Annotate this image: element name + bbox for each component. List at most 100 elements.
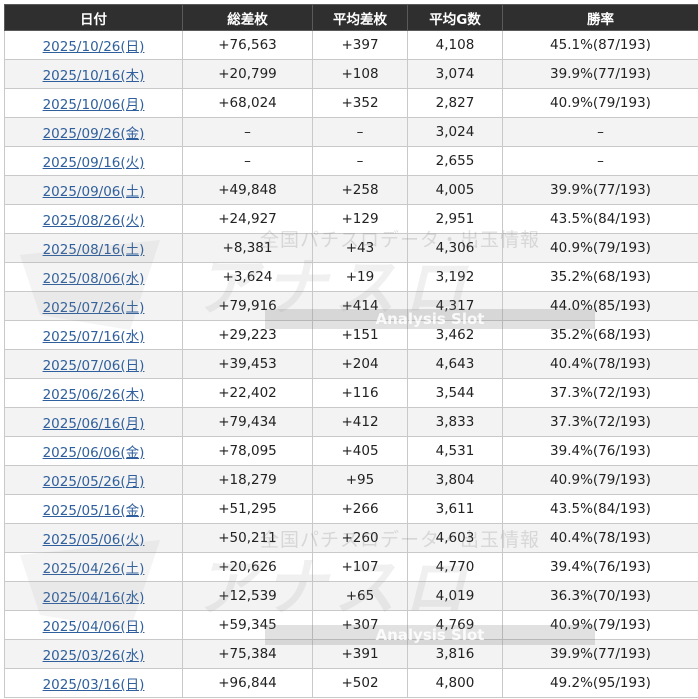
cell-avg-games: 4,531 xyxy=(407,436,503,466)
cell-avg-games: 3,816 xyxy=(407,639,503,669)
cell-win-rate: 45.1%(87/193) xyxy=(502,30,698,60)
date-link[interactable]: 2025/10/06(月) xyxy=(43,97,145,113)
date-link[interactable]: 2025/05/26(月) xyxy=(43,474,145,490)
date-link[interactable]: 2025/06/16(月) xyxy=(43,416,145,432)
cell-date: 2025/04/16(水) xyxy=(4,581,183,611)
cell-avg-diff: +151 xyxy=(312,320,408,350)
cell-avg-games: 3,074 xyxy=(407,59,503,89)
table-row: 2025/07/06(日) +39,453 +204 4,643 40.4%(78/19… xyxy=(4,349,698,379)
cell-avg-diff: +307 xyxy=(312,610,408,640)
cell-win-rate: 49.2%(95/193) xyxy=(502,668,698,698)
cell-date: 2025/07/26(土) xyxy=(4,291,183,321)
cell-win-rate: 39.4%(76/193) xyxy=(502,552,698,582)
results-table: 日付 総差枚 平均差枚 平均G数 勝率 2025/10/26(日) +76,563… xyxy=(4,4,698,698)
cell-total-diff: – xyxy=(182,117,313,147)
cell-win-rate: 40.9%(79/193) xyxy=(502,465,698,495)
cell-date: 2025/05/26(月) xyxy=(4,465,183,495)
date-link[interactable]: 2025/04/16(水) xyxy=(43,590,145,606)
cell-win-rate: – xyxy=(502,146,698,176)
cell-avg-games: 3,611 xyxy=(407,494,503,524)
cell-avg-games: 3,804 xyxy=(407,465,503,495)
cell-total-diff: +20,799 xyxy=(182,59,313,89)
cell-date: 2025/09/26(金) xyxy=(4,117,183,147)
date-link[interactable]: 2025/06/26(木) xyxy=(43,387,145,403)
cell-avg-games: 3,024 xyxy=(407,117,503,147)
cell-date: 2025/08/16(土) xyxy=(4,233,183,263)
cell-win-rate: 40.9%(79/193) xyxy=(502,610,698,640)
table-row: 2025/06/26(木) +22,402 +116 3,544 37.3%(72/19… xyxy=(4,378,698,408)
cell-win-rate: 43.5%(84/193) xyxy=(502,494,698,524)
cell-total-diff: +8,381 xyxy=(182,233,313,263)
cell-win-rate: 39.9%(77/193) xyxy=(502,59,698,89)
date-link[interactable]: 2025/04/06(日) xyxy=(43,619,145,635)
date-link[interactable]: 2025/10/26(日) xyxy=(43,39,145,55)
cell-avg-games: 3,462 xyxy=(407,320,503,350)
date-link[interactable]: 2025/07/06(日) xyxy=(43,358,145,374)
cell-avg-diff: +258 xyxy=(312,175,408,205)
cell-avg-diff: +391 xyxy=(312,639,408,669)
cell-total-diff: +29,223 xyxy=(182,320,313,350)
date-link[interactable]: 2025/09/16(火) xyxy=(43,155,145,171)
cell-total-diff: +50,211 xyxy=(182,523,313,553)
table-row: 2025/06/16(月) +79,434 +412 3,833 37.3%(72/19… xyxy=(4,407,698,437)
header-avg-games: 平均G数 xyxy=(407,4,503,31)
cell-win-rate: 40.9%(79/193) xyxy=(502,233,698,263)
table-row: 2025/05/06(火) +50,211 +260 4,603 40.4%(78/19… xyxy=(4,523,698,553)
cell-date: 2025/10/06(月) xyxy=(4,88,183,118)
cell-date: 2025/06/26(木) xyxy=(4,378,183,408)
table-row: 2025/08/16(土) +8,381 +43 4,306 40.9%(79/193) xyxy=(4,233,698,263)
cell-date: 2025/07/06(日) xyxy=(4,349,183,379)
date-link[interactable]: 2025/03/26(水) xyxy=(43,648,145,664)
date-link[interactable]: 2025/03/16(日) xyxy=(43,677,145,693)
date-link[interactable]: 2025/08/06(水) xyxy=(43,271,145,287)
cell-avg-diff: +260 xyxy=(312,523,408,553)
cell-avg-diff: +95 xyxy=(312,465,408,495)
table-row: 2025/09/26(金) – –3,024– xyxy=(4,117,698,147)
cell-win-rate: 40.4%(78/193) xyxy=(502,349,698,379)
table-row: 2025/10/16(木) +20,799 +108 3,074 39.9%(77/19… xyxy=(4,59,698,89)
date-link[interactable]: 2025/10/16(木) xyxy=(43,68,145,84)
cell-total-diff: +3,624 xyxy=(182,262,313,292)
date-link[interactable]: 2025/07/16(水) xyxy=(43,329,145,345)
date-link[interactable]: 2025/04/26(土) xyxy=(43,561,145,577)
cell-total-diff: +39,453 xyxy=(182,349,313,379)
cell-total-diff: +12,539 xyxy=(182,581,313,611)
cell-win-rate: 43.5%(84/193) xyxy=(502,204,698,234)
cell-date: 2025/06/06(金) xyxy=(4,436,183,466)
header-row: 日付 総差枚 平均差枚 平均G数 勝率 xyxy=(4,4,698,31)
cell-total-diff: +24,927 xyxy=(182,204,313,234)
cell-date: 2025/04/26(土) xyxy=(4,552,183,582)
cell-date: 2025/03/16(日) xyxy=(4,668,183,698)
cell-total-diff: +22,402 xyxy=(182,378,313,408)
cell-avg-games: 3,544 xyxy=(407,378,503,408)
date-link[interactable]: 2025/05/16(金) xyxy=(43,503,145,519)
cell-win-rate: 36.3%(70/193) xyxy=(502,581,698,611)
date-link[interactable]: 2025/08/16(土) xyxy=(43,242,145,258)
date-link[interactable]: 2025/07/26(土) xyxy=(43,300,145,316)
date-link[interactable]: 2025/05/06(火) xyxy=(43,532,145,548)
cell-avg-diff: – xyxy=(312,117,408,147)
cell-total-diff: +18,279 xyxy=(182,465,313,495)
cell-avg-games: 4,108 xyxy=(407,30,503,60)
cell-avg-diff: +352 xyxy=(312,88,408,118)
cell-date: 2025/09/16(火) xyxy=(4,146,183,176)
cell-avg-games: 3,192 xyxy=(407,262,503,292)
date-link[interactable]: 2025/09/06(土) xyxy=(43,184,145,200)
cell-avg-games: 2,827 xyxy=(407,88,503,118)
cell-win-rate: 39.9%(77/193) xyxy=(502,639,698,669)
cell-date: 2025/09/06(土) xyxy=(4,175,183,205)
cell-avg-games: 4,019 xyxy=(407,581,503,611)
cell-date: 2025/07/16(水) xyxy=(4,320,183,350)
cell-date: 2025/10/26(日) xyxy=(4,30,183,60)
cell-total-diff: +79,916 xyxy=(182,291,313,321)
cell-avg-diff: +107 xyxy=(312,552,408,582)
cell-win-rate: 40.9%(79/193) xyxy=(502,88,698,118)
header-avg-diff: 平均差枚 xyxy=(312,4,408,31)
cell-win-rate: 39.9%(77/193) xyxy=(502,175,698,205)
date-link[interactable]: 2025/08/26(火) xyxy=(43,213,145,229)
cell-date: 2025/06/16(月) xyxy=(4,407,183,437)
cell-win-rate: 44.0%(85/193) xyxy=(502,291,698,321)
date-link[interactable]: 2025/09/26(金) xyxy=(43,126,145,142)
table-row: 2025/08/06(水) +3,624 +19 3,192 35.2%(68/193) xyxy=(4,262,698,292)
date-link[interactable]: 2025/06/06(金) xyxy=(43,445,145,461)
